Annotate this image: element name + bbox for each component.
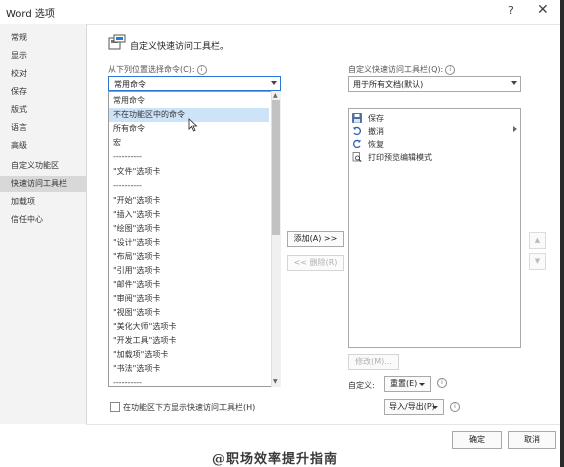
option-common-commands[interactable]: 常用命令: [109, 94, 269, 108]
options-sidebar: 常规 显示 校对 保存 版式 语言 高级 自定义功能区 快速访问工具栏 加载项 …: [0, 24, 87, 424]
option-home-tab[interactable]: "开始"选项卡: [109, 194, 269, 208]
sidebar-item-layout[interactable]: 版式: [0, 102, 86, 118]
option-view-tab[interactable]: "视图"选项卡: [109, 306, 269, 320]
save-icon: [352, 113, 362, 123]
option-file-tab[interactable]: "文件"选项卡: [109, 165, 269, 179]
sidebar-item-proofing[interactable]: 校对: [0, 66, 86, 82]
list-item-label: 撤消: [368, 127, 384, 136]
move-up-button[interactable]: ▲: [529, 232, 546, 249]
list-item-label: 打印预览编辑模式: [368, 153, 432, 162]
info-icon: i: [196, 64, 207, 75]
quick-access-toolbar-icon: [108, 34, 126, 50]
page-heading: 自定义快速访问工具栏。: [130, 42, 230, 52]
remove-button[interactable]: << 删除(R): [287, 255, 344, 271]
sidebar-item-trust-center[interactable]: 信任中心: [0, 212, 86, 228]
undo-icon: [352, 126, 361, 136]
info-icon: i: [450, 402, 460, 412]
sidebar-item-advanced[interactable]: 高级: [0, 138, 86, 154]
chevron-down-icon: [419, 383, 425, 386]
import-export-button[interactable]: 导入/导出(P): [384, 399, 444, 415]
sidebar-item-general[interactable]: 常规: [0, 30, 86, 46]
customize-toolbar-label: 自定义快速访问工具栏(Q): i: [348, 64, 456, 75]
window-title: Word 选项: [6, 9, 55, 20]
title-bar: [0, 0, 564, 25]
choose-commands-dropdown[interactable]: 常用命令: [108, 76, 281, 91]
sidebar-item-save[interactable]: 保存: [0, 84, 86, 100]
option-review-tab[interactable]: "审阅"选项卡: [109, 292, 269, 306]
help-button[interactable]: ?: [508, 4, 514, 17]
reset-button[interactable]: 重置(E): [384, 376, 431, 392]
redo-icon: [353, 139, 362, 149]
mouse-cursor-icon: [188, 118, 198, 132]
chevron-down-icon: [271, 81, 277, 85]
close-button[interactable]: ✕: [537, 2, 549, 18]
show-below-ribbon-label: 在功能区下方显示快速访问工具栏(H): [123, 403, 256, 412]
sidebar-item-add-ins[interactable]: 加载项: [0, 194, 86, 210]
info-icon: i: [445, 64, 456, 75]
sidebar-item-quick-access-toolbar[interactable]: 快速访问工具栏: [0, 176, 86, 192]
option-separator: ----------: [113, 181, 142, 190]
print-preview-icon: [352, 152, 362, 162]
info-icon: i: [437, 378, 447, 388]
sidebar-item-display[interactable]: 显示: [0, 48, 86, 64]
sidebar-item-customize-ribbon[interactable]: 自定义功能区: [0, 158, 86, 174]
cancel-button[interactable]: 取消: [508, 431, 556, 449]
screen-edge: [560, 0, 564, 467]
list-item-label: 恢复: [368, 140, 384, 149]
toolbar-commands-list[interactable]: 保存 撤消 恢复 打印预览编辑模式: [348, 108, 521, 348]
list-item-label: 保存: [368, 114, 384, 123]
option-draw-tab[interactable]: "绘图"选项卡: [109, 222, 269, 236]
document-scope-dropdown[interactable]: 用于所有文档(默认): [348, 76, 521, 92]
show-below-ribbon-checkbox[interactable]: [110, 402, 120, 412]
list-item-save[interactable]: 保存: [349, 112, 519, 125]
option-macros[interactable]: 宏: [109, 136, 269, 150]
ok-button[interactable]: 确定: [452, 431, 502, 449]
scroll-up-icon[interactable]: ▲: [273, 92, 278, 99]
add-button[interactable]: 添加(A) >>: [287, 231, 344, 247]
option-layout-tab[interactable]: "布局"选项卡: [109, 250, 269, 264]
list-item-print-preview[interactable]: 打印预览编辑模式: [349, 151, 519, 164]
customize-text-label: 自定义:: [348, 381, 375, 390]
option-separator: ----------: [113, 152, 142, 161]
option-calligraphy-tab[interactable]: "书法"选项卡: [109, 362, 269, 376]
option-references-tab[interactable]: "引用"选项卡: [109, 264, 269, 278]
option-beautify-tab[interactable]: "美化大师"选项卡: [109, 320, 269, 334]
modify-button[interactable]: 修改(M)...: [348, 354, 399, 370]
footer-divider: [86, 424, 564, 425]
option-separator: ----------: [113, 378, 142, 387]
watermark-text: @职场效率提升指南: [212, 452, 339, 467]
scroll-down-icon[interactable]: ▼: [273, 378, 278, 385]
scrollbar-thumb[interactable]: [272, 100, 280, 235]
option-developer-tab[interactable]: "开发工具"选项卡: [109, 334, 269, 348]
sidebar-item-language[interactable]: 语言: [0, 120, 86, 136]
option-insert-tab[interactable]: "插入"选项卡: [109, 208, 269, 222]
dropdown-value: 常用命令: [114, 80, 146, 89]
list-item-redo[interactable]: 恢复: [349, 138, 519, 151]
dropdown-options-list[interactable]: 常用命令 不在功能区中的命令 所有命令 宏 ---------- "文件"选项卡…: [108, 91, 281, 387]
chevron-down-icon: [432, 406, 438, 409]
chevron-down-icon: [511, 81, 517, 85]
chevron-right-icon: [513, 126, 517, 132]
option-design-tab[interactable]: "设计"选项卡: [109, 236, 269, 250]
list-item-undo[interactable]: 撤消: [349, 125, 519, 138]
move-down-button[interactable]: ▼: [529, 253, 546, 270]
choose-commands-label: 从下列位置选择命令(C): i: [108, 64, 207, 75]
option-add-ins-tab[interactable]: "加载项"选项卡: [109, 348, 269, 362]
option-mailings-tab[interactable]: "邮件"选项卡: [109, 278, 269, 292]
dropdown-value: 用于所有文档(默认): [353, 80, 424, 89]
